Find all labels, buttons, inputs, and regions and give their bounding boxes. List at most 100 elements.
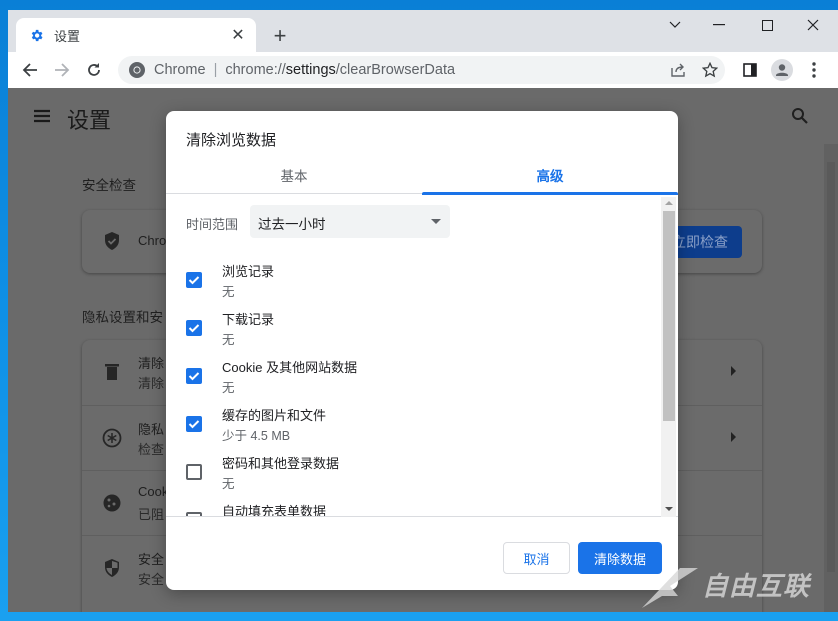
safety-check-text: Chro xyxy=(138,233,167,248)
more-vert-icon xyxy=(812,62,816,78)
avatar-icon xyxy=(771,59,793,81)
menu-button[interactable] xyxy=(800,56,828,84)
option-browsing-history: 浏览记录 无 xyxy=(166,257,656,305)
option-subtitle: 无 xyxy=(222,477,235,491)
page-title: 设置 xyxy=(67,108,112,133)
arrow-right-icon xyxy=(731,366,736,376)
search-icon[interactable] xyxy=(791,107,809,125)
row-subtitle: 已阻 xyxy=(138,507,165,522)
row-subtitle: 清除 xyxy=(138,376,165,391)
site-name: Chrome xyxy=(154,62,206,78)
reload-button[interactable] xyxy=(80,56,108,84)
time-range-label: 时间范围 xyxy=(186,217,239,232)
checkmark-icon xyxy=(188,324,200,333)
option-title: Cookie 及其他网站数据 xyxy=(222,360,358,375)
reload-icon xyxy=(88,63,100,76)
option-subtitle: 少于 4.5 MB xyxy=(222,429,291,443)
cookie-icon xyxy=(103,494,121,512)
option-cookies: Cookie 及其他网站数据 无 xyxy=(166,353,656,401)
arrow-left-icon xyxy=(22,63,37,77)
maximize-button[interactable] xyxy=(744,10,790,40)
dialog-scroll-thumb[interactable] xyxy=(663,211,675,421)
maximize-icon xyxy=(761,19,773,31)
hamburger-menu-icon[interactable] xyxy=(32,106,52,126)
close-icon xyxy=(807,19,819,31)
option-title: 下载记录 xyxy=(222,312,275,327)
dropdown-arrow-icon xyxy=(431,219,441,224)
row-title: Cook xyxy=(138,484,169,499)
safety-check-title: 安全检查 xyxy=(82,178,136,193)
page-scroll-thumb[interactable] xyxy=(827,162,835,572)
row-subtitle: 检查 xyxy=(138,442,165,457)
dialog-scrollbar[interactable] xyxy=(661,197,676,517)
trash-icon xyxy=(105,364,119,380)
address-bar[interactable]: Chrome | chrome://settings/clearBrowserD… xyxy=(118,56,725,84)
share-button[interactable] xyxy=(667,59,689,81)
option-download-history: 下载记录 无 xyxy=(166,305,656,353)
url-text: chrome://settings/clearBrowserData xyxy=(225,62,455,78)
arrow-right-icon xyxy=(731,432,736,442)
arrow-right-icon xyxy=(55,63,70,77)
minimize-button[interactable] xyxy=(696,10,742,40)
dialog-title: 清除浏览数据 xyxy=(186,132,277,149)
chrome-logo-icon xyxy=(129,62,145,78)
download-history-checkbox[interactable] xyxy=(186,320,202,336)
option-title: 自动填充表单数据 xyxy=(222,504,327,517)
tab-title: 设置 xyxy=(54,28,81,44)
option-subtitle: 无 xyxy=(222,285,235,299)
side-panel-button[interactable] xyxy=(736,56,764,84)
profile-button[interactable] xyxy=(768,56,796,84)
scroll-up-arrow-icon[interactable] xyxy=(665,201,673,205)
tab-search-button[interactable] xyxy=(652,10,698,40)
share-icon xyxy=(671,63,685,77)
url-path: /clearBrowserData xyxy=(335,62,456,78)
checkmark-icon xyxy=(188,372,200,381)
autofill-checkbox[interactable] xyxy=(186,512,202,516)
security-shield-icon xyxy=(105,559,119,577)
url-prefix: chrome:// xyxy=(225,62,286,78)
tab-basic[interactable]: 基本 xyxy=(166,155,422,194)
tab-strip: 设置 ✕ + xyxy=(8,10,838,52)
browsing-history-checkbox[interactable] xyxy=(186,272,202,288)
option-subtitle: 无 xyxy=(222,381,235,395)
row-title: 隐私 xyxy=(138,422,165,437)
row-subtitle: 安全 xyxy=(138,572,165,587)
privacy-section-title: 隐私设置和安 xyxy=(82,310,163,325)
star-icon xyxy=(702,62,718,78)
cached-files-checkbox[interactable] xyxy=(186,416,202,432)
tab-settings[interactable]: 设置 ✕ xyxy=(16,18,256,52)
omnibox-separator: | xyxy=(213,62,218,78)
cookies-checkbox[interactable] xyxy=(186,368,202,384)
page-scrollbar[interactable] xyxy=(824,144,838,612)
forward-button[interactable] xyxy=(48,56,76,84)
url-host: settings xyxy=(285,62,336,78)
option-title: 缓存的图片和文件 xyxy=(222,408,327,423)
option-title: 浏览记录 xyxy=(222,264,275,279)
close-tab-icon[interactable]: ✕ xyxy=(228,25,248,45)
passwords-checkbox[interactable] xyxy=(186,464,202,480)
checkmark-icon xyxy=(188,276,200,285)
checkmark-icon xyxy=(188,420,200,429)
dialog-body: 时间范围 过去一小时 浏览记录 无 下载记录 无 Cookie 及其他网站数据 … xyxy=(166,195,678,517)
privacy-guide-icon xyxy=(102,428,122,448)
side-panel-icon xyxy=(743,63,757,77)
tab-advanced[interactable]: 高级 xyxy=(422,155,678,195)
option-title: 密码和其他登录数据 xyxy=(222,456,340,471)
scroll-down-arrow-icon[interactable] xyxy=(665,507,673,511)
clear-data-button[interactable]: 清除数据 xyxy=(578,542,662,574)
close-window-button[interactable] xyxy=(790,10,836,40)
clear-browsing-data-dialog: 清除浏览数据 基本 高级 时间范围 过去一小时 浏览记录 无 下载记录 无 Co… xyxy=(166,111,678,590)
row-title: 清除 xyxy=(138,356,165,371)
dialog-tabs: 基本 高级 xyxy=(166,155,678,195)
toolbar: Chrome | chrome://settings/clearBrowserD… xyxy=(8,52,838,88)
shield-check-icon xyxy=(105,232,119,250)
option-subtitle: 无 xyxy=(222,333,235,347)
gear-icon xyxy=(28,27,44,43)
row-title: 安全 xyxy=(138,552,165,567)
new-tab-button[interactable]: + xyxy=(266,22,294,50)
back-button[interactable] xyxy=(16,56,44,84)
bookmark-button[interactable] xyxy=(699,59,721,81)
cancel-button[interactable]: 取消 xyxy=(503,542,570,574)
time-range-select[interactable]: 过去一小时 xyxy=(250,205,450,238)
time-range-value: 过去一小时 xyxy=(258,217,326,232)
